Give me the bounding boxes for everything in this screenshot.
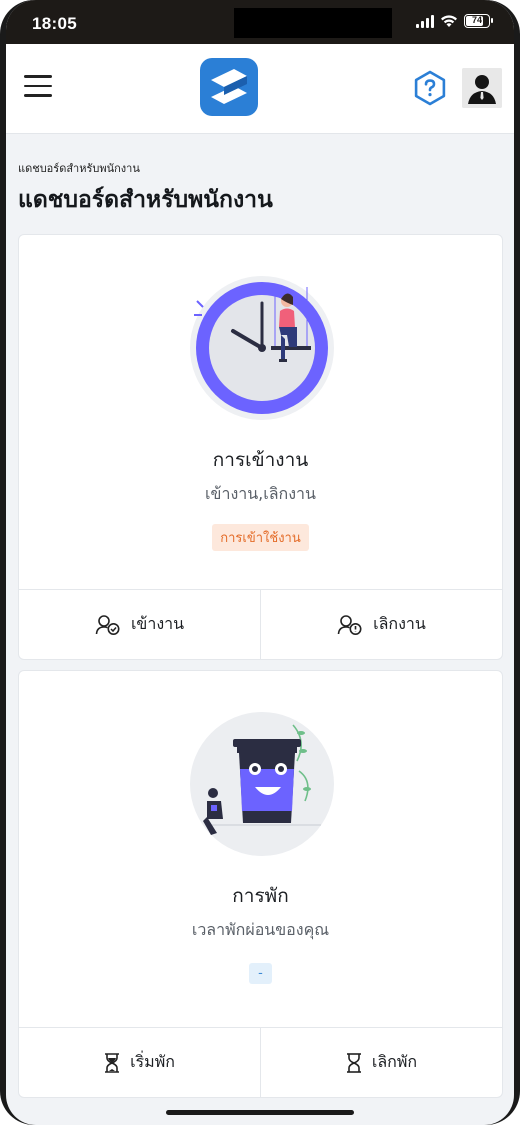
help-icon[interactable] (412, 70, 448, 106)
home-indicator[interactable] (166, 1110, 354, 1115)
check-out-button[interactable]: เลิกงาน (260, 590, 502, 659)
break-card: การพัก เวลาพักผ่อนของคุณ - เริ่มพัก เลิก… (18, 670, 503, 1098)
attendance-actions: เข้างาน เลิกงาน (19, 589, 502, 659)
user-check-icon (95, 614, 120, 635)
phone-frame: 18:05 74 แดชบอร์ดสำหรับพนักงาน แดชบอร์ดส… (0, 0, 520, 1125)
screen: 18:05 74 แดชบอร์ดสำหรับพนักงาน แดชบอร์ดส… (6, 0, 514, 1125)
signal-icon (416, 14, 434, 28)
hourglass-start-icon (105, 1052, 120, 1073)
status-icons: 74 (416, 14, 493, 28)
user-clock-icon (337, 614, 362, 635)
wifi-icon (441, 15, 457, 27)
end-break-label: เลิกพัก (371, 1052, 418, 1071)
start-break-button[interactable]: เริ่มพัก (19, 1028, 260, 1097)
break-status-badge: - (249, 963, 272, 984)
end-break-button[interactable]: เลิกพัก (260, 1028, 502, 1097)
attendance-subtitle: เข้างาน,เลิกงาน (205, 484, 316, 503)
coffee-break-illustration (190, 712, 334, 856)
break-actions: เริ่มพัก เลิกพัก (19, 1027, 502, 1097)
app-logo-icon (200, 58, 258, 116)
break-title: การพัก (232, 885, 289, 907)
check-out-label: เลิกงาน (373, 614, 426, 633)
attendance-title: การเข้างาน (212, 449, 309, 471)
status-bar: 18:05 74 (6, 0, 514, 44)
attendance-card: การเข้างาน เข้างาน,เลิกงาน การเข้าใช้งาน… (18, 234, 503, 660)
check-in-button[interactable]: เข้างาน (19, 590, 260, 659)
notch (234, 8, 392, 38)
app-header (6, 44, 514, 134)
status-time: 18:05 (32, 14, 77, 33)
page-title: แดชบอร์ดสำหรับพนักงาน (18, 187, 273, 213)
hourglass-end-icon (346, 1052, 361, 1073)
user-avatar-icon[interactable] (462, 68, 502, 108)
start-break-label: เริ่มพัก (130, 1052, 175, 1071)
battery-icon: 74 (464, 14, 493, 28)
check-in-label: เข้างาน (130, 614, 185, 633)
battery-level: 74 (471, 15, 482, 25)
clock-illustration (190, 276, 334, 420)
hamburger-menu-icon[interactable] (24, 75, 52, 99)
attendance-status-badge: การเข้าใช้งาน (212, 524, 309, 551)
break-subtitle: เวลาพักผ่อนของคุณ (191, 920, 330, 939)
breadcrumb: แดชบอร์ดสำหรับพนักงาน (18, 162, 140, 175)
